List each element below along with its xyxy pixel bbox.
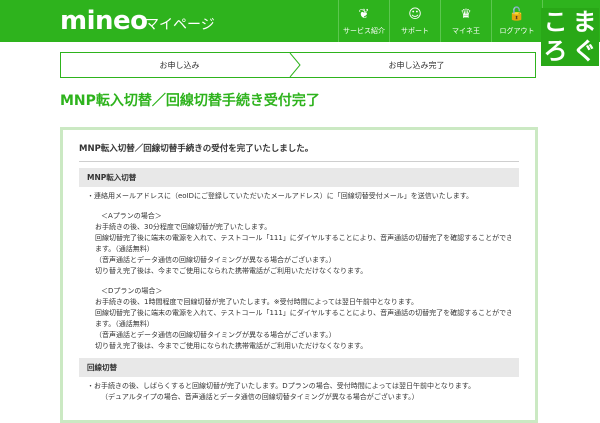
watermark-char: ぐ [570,37,599,66]
text-line: ます。（通話無料） [95,245,154,253]
text-line: ・お手続きの後、しばらくすると回線切替が完了いたします。Dプランの場合、受付時間… [87,382,476,390]
text-line: ＜Aプランの場合＞ [101,212,162,220]
progress-steps: お申し込み お申し込み完了 [60,52,536,78]
chat-icon: ☺ [408,6,422,22]
text-line: （音声通話とデータ通信の回線切替タイミングが異なる場合がございます。） [95,331,336,339]
watermark-char: ろ [541,37,570,66]
header-nav: ❦ サービス紹介 ☺ サポート ♛ マイネ王 🔓 ログアウト [338,0,543,42]
text-line: ます。（通話無料） [95,320,154,328]
nav-mineo-king[interactable]: ♛ マイネ王 [440,0,491,42]
nav-service-intro[interactable]: ❦ サービス紹介 [338,0,389,42]
watermark-logo: こ ま ろ ぐ [541,8,599,66]
text-line: ＜Dプランの場合＞ [101,287,163,295]
text-line: （デュアルタイプの場合、音声通話とデータ通信の回線切替タイミングが異なる場合がご… [101,393,419,401]
text-line: 切り替え完了後は、今までご使用になられた携帯電話がご利用いただけなくなります。 [95,342,368,350]
section-title-line-switch: 回線切替 [79,358,519,377]
unlock-icon: 🔓 [508,6,526,22]
nav-logout[interactable]: 🔓 ログアウト [491,0,543,42]
panel-heading: MNP転入切替／回線切替手続きの受付を完了いたしました。 [79,142,519,162]
section-body-mnp: ・連絡用メールアドレスに（eoIDにご登録していただいたメールアドレス）に「回線… [79,187,519,352]
leaf-icon: ❦ [358,6,370,22]
watermark-char: こ [541,8,570,37]
mypage-title: マイページ [145,17,215,33]
text-line: お手続きの後、30分程度で回線切替が完了いたします。 [95,223,272,231]
step-arrow-icon [289,53,301,77]
nav-label: マイネ王 [452,26,480,35]
text-line: （音声通話とデータ通信の回線切替タイミングが異なる場合がございます。） [95,256,336,264]
nav-support[interactable]: ☺ サポート [389,0,440,42]
text-line: お手続きの後、1時間程度で回線切替が完了いたします。※受付時間によっては翌日午前… [95,298,419,306]
step-application: お申し込み [159,60,200,70]
text-line: 回線切替完了後に端末の電源を入れて、テストコール「111」にダイヤルすることによ… [95,309,511,317]
watermark-char: ま [570,8,599,37]
text-line: 回線切替完了後に端末の電源を入れて、テストコール「111」にダイヤルすることによ… [95,234,511,242]
result-panel: MNP転入切替／回線切替手続きの受付を完了いたしました。 MNP転入切替 ・連絡… [60,127,538,423]
page-title: MNP転入切替／回線切替手続き受付完了 [60,93,320,109]
crown-icon: ♛ [460,6,472,22]
mineo-logo[interactable]: mineo [60,6,148,36]
top-header: mineo マイページ ❦ サービス紹介 ☺ サポート ♛ マイネ王 🔓 ログア… [0,0,600,66]
text-line: 切り替え完了後は、今までご使用になられた携帯電話がご利用いただけなくなります。 [95,267,368,275]
nav-label: サポート [401,26,429,35]
text-line: ・連絡用メールアドレスに（eoIDにご登録していただいたメールアドレス）に「回線… [87,192,473,200]
panel-content: MNP転入切替／回線切替手続きの受付を完了いたしました。 MNP転入切替 ・連絡… [79,142,519,403]
section-title-mnp: MNP転入切替 [79,168,519,187]
section-body-line-switch: ・お手続きの後、しばらくすると回線切替が完了いたします。Dプランの場合、受付時間… [79,377,519,403]
nav-label: サービス紹介 [343,26,385,35]
step-application-complete: お申し込み完了 [388,60,445,70]
nav-label: ログアウト [499,26,535,35]
